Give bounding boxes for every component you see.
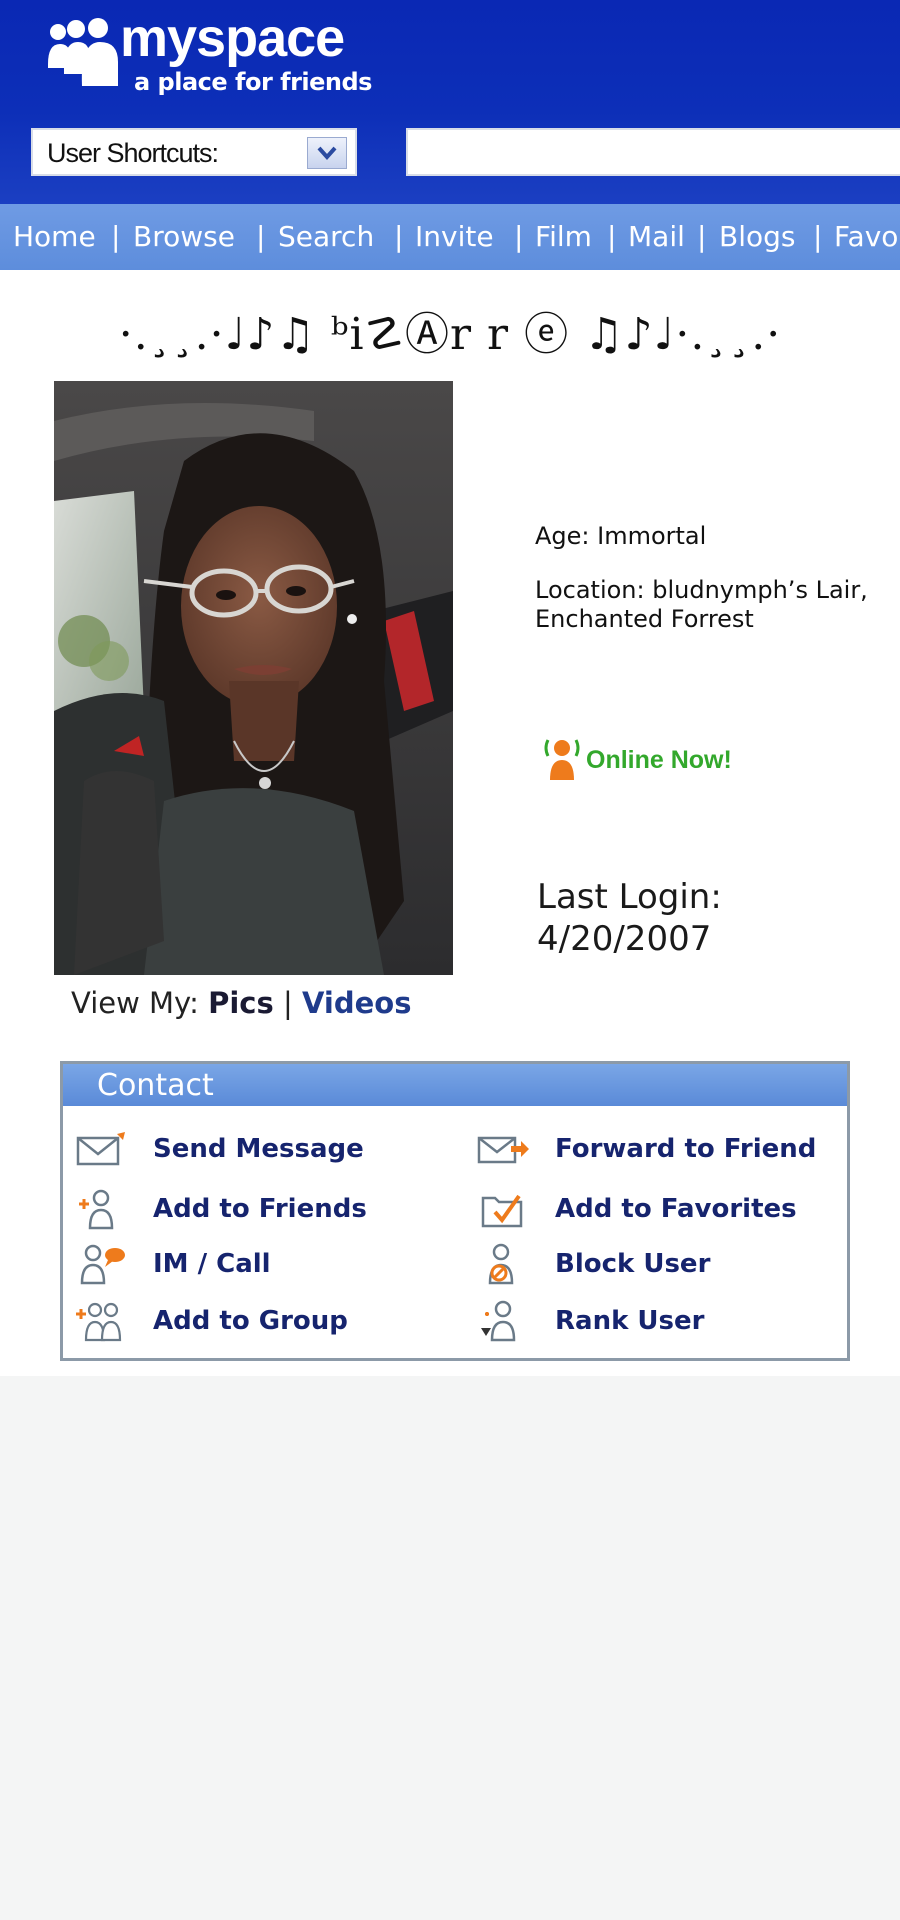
nav-mail[interactable]: Mail [628, 220, 685, 254]
online-person-icon [544, 739, 580, 780]
nav-separator: | [111, 220, 121, 253]
nav-separator: | [514, 220, 524, 253]
profile-display-name: ·.¸¸.·♩♪♫ ᵇi☡Ⓐr r ⓔ ♫♪♩·.¸¸.· [118, 309, 782, 360]
nav-separator: | [813, 220, 823, 253]
profile-age: Age: Immortal [535, 522, 707, 550]
contact-title: Contact [97, 1068, 214, 1103]
profile-photo-illustration [54, 381, 453, 975]
myspace-logo[interactable]: myspace a place for friends [46, 8, 376, 102]
profile-location-line2: Enchanted Forrest [535, 605, 754, 633]
site-header: myspace a place for friends User Shortcu… [0, 0, 900, 204]
add-friend-icon [79, 1189, 114, 1230]
view-videos-link[interactable]: Videos [302, 986, 412, 1020]
im-call-button[interactable]: IM / Call [75, 1239, 445, 1289]
online-now-text: Online Now! [586, 746, 732, 774]
forward-to-friend-button[interactable]: Forward to Friend [477, 1124, 847, 1174]
user-shortcuts-label: User Shortcuts: [47, 138, 219, 168]
nav-browse[interactable]: Browse [133, 220, 235, 254]
brand-tagline: a place for friends [134, 68, 372, 96]
last-login-label: Last Login: [537, 877, 722, 917]
people-logo-icon [48, 18, 118, 86]
add-to-group-button[interactable]: Add to Group [75, 1296, 445, 1346]
forward-envelope-icon [477, 1136, 529, 1164]
profile-photo[interactable] [54, 381, 453, 975]
view-separator: | [282, 986, 293, 1020]
send-message-label: Send Message [153, 1134, 364, 1164]
search-input[interactable] [406, 128, 900, 176]
nav-separator: | [256, 220, 266, 253]
user-shortcuts-dropdown[interactable]: User Shortcuts: [31, 128, 357, 176]
im-call-label: IM / Call [153, 1249, 271, 1279]
forward-to-friend-label: Forward to Friend [555, 1134, 817, 1164]
add-to-friends-label: Add to Friends [153, 1194, 367, 1224]
envelope-icon [76, 1132, 125, 1166]
add-to-favorites-label: Add to Favorites [555, 1194, 797, 1224]
last-login: Last Login: 4/20/2007 [537, 876, 722, 960]
view-pics-link[interactable]: Pics [208, 986, 274, 1020]
block-user-label: Block User [555, 1249, 711, 1279]
view-my-label: View My: [71, 986, 199, 1020]
last-login-date: 4/20/2007 [537, 919, 712, 959]
block-user-icon [488, 1243, 514, 1285]
nav-separator: | [697, 220, 707, 253]
add-to-group-label: Add to Group [153, 1306, 348, 1336]
nav-home[interactable]: Home [13, 220, 96, 254]
rank-user-button[interactable]: Rank User [477, 1296, 847, 1346]
rank-user-label: Rank User [555, 1306, 705, 1336]
im-call-icon [80, 1244, 125, 1285]
add-to-favorites-button[interactable]: Add to Favorites [477, 1184, 847, 1234]
block-user-button[interactable]: Block User [477, 1239, 847, 1289]
profile-location-line1: Location: bludnymph’s Lair, [535, 576, 868, 604]
favorites-folder-icon [481, 1194, 523, 1228]
send-message-button[interactable]: Send Message [75, 1124, 445, 1174]
add-group-icon [76, 1302, 122, 1342]
main-nav: Home | Browse | Search | Invite | Film |… [0, 204, 900, 270]
add-to-friends-button[interactable]: Add to Friends [75, 1184, 445, 1234]
rank-user-icon [481, 1300, 516, 1342]
contact-header: Contact [63, 1064, 847, 1106]
nav-film[interactable]: Film [535, 220, 592, 254]
nav-separator: | [394, 220, 404, 253]
chevron-down-icon[interactable] [307, 137, 347, 169]
nav-search[interactable]: Search [278, 220, 374, 254]
nav-blogs[interactable]: Blogs [719, 220, 795, 254]
nav-favorites[interactable]: Favo [834, 220, 898, 254]
online-now-indicator: Online Now! [542, 734, 772, 784]
nav-separator: | [607, 220, 617, 253]
brand-name: myspace [120, 8, 345, 68]
nav-invite[interactable]: Invite [415, 220, 494, 254]
view-my-links: View My: Pics | Videos [71, 986, 411, 1020]
contact-box: Contact Send Message Forward to Friend A… [60, 1061, 850, 1361]
